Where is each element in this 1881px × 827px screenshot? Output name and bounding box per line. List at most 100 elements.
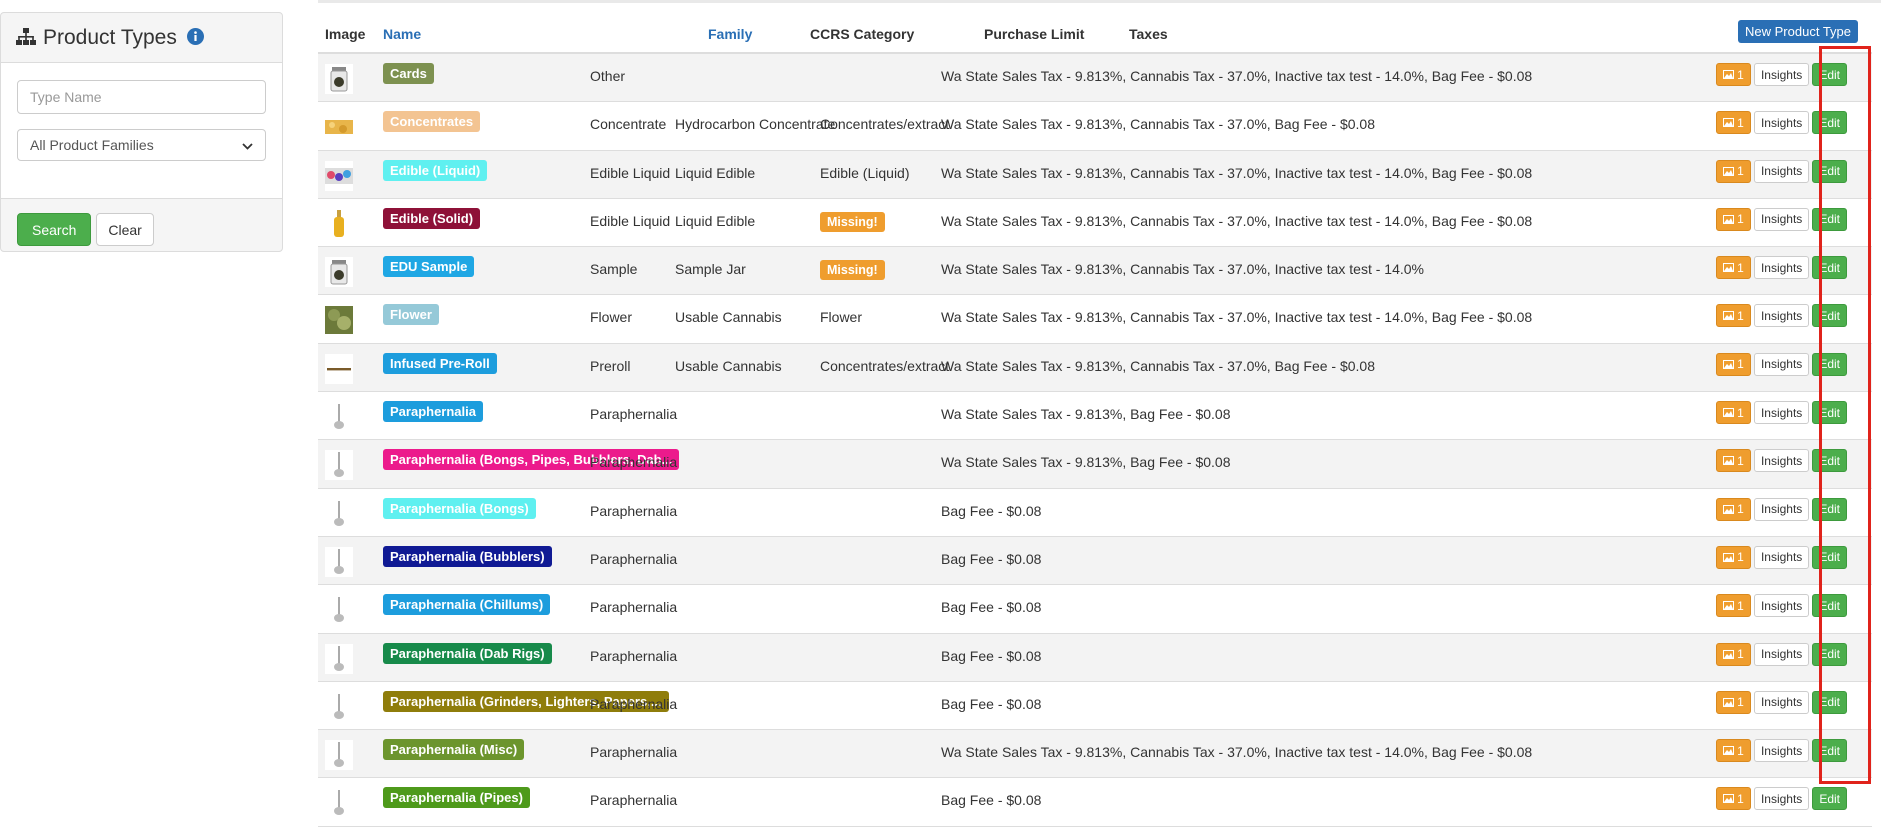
images-button[interactable]: 1	[1715, 642, 1751, 666]
images-button[interactable]: 1	[1715, 497, 1751, 521]
images-button[interactable]: 1	[1715, 739, 1751, 763]
images-button[interactable]: 1	[1715, 256, 1751, 280]
edit-button[interactable]: Edit	[1812, 63, 1847, 86]
edit-button[interactable]: Edit	[1812, 207, 1847, 231]
product-type-name-badge[interactable]: Edible (Liquid)	[383, 159, 488, 181]
product-image	[325, 160, 353, 191]
images-button[interactable]: 1	[1715, 207, 1751, 231]
edit-button[interactable]: Edit	[1812, 449, 1847, 473]
insights-button[interactable]: Insights	[1753, 690, 1810, 714]
product-family-select[interactable]: All Product Families	[17, 129, 266, 161]
edit-button[interactable]: Edit	[1812, 352, 1847, 376]
images-button[interactable]: 1	[1715, 63, 1751, 86]
insights-button[interactable]: Insights	[1753, 63, 1810, 86]
insights-button[interactable]: Insights	[1753, 449, 1810, 473]
images-button[interactable]: 1	[1715, 690, 1751, 714]
taxes-cell: Bag Fee - $0.08	[941, 695, 1042, 712]
search-button[interactable]: Search	[17, 213, 92, 246]
image-icon	[1723, 601, 1735, 611]
product-image	[325, 788, 353, 819]
edit-button[interactable]: Edit	[1812, 111, 1847, 135]
table-row: Flower Flower Usable Cannabis Flower Wa Stat…	[318, 295, 1872, 344]
product-family-select-value: All Product Families	[30, 137, 154, 153]
product-image	[325, 208, 353, 239]
family-cell: Paraphernalia	[590, 406, 678, 423]
type-name-input[interactable]	[17, 80, 266, 114]
edit-button[interactable]: Edit	[1812, 642, 1847, 666]
ccrs-category-cell: Usable Cannabis	[675, 357, 782, 374]
edit-button[interactable]: Edit	[1812, 159, 1847, 183]
clear-button[interactable]: Clear	[96, 213, 154, 246]
insights-button[interactable]: Insights	[1753, 642, 1810, 666]
info-icon[interactable]	[186, 27, 204, 48]
table-row: Infused Pre-Roll Preroll Usable Cannabis Co…	[318, 343, 1872, 393]
insights-button[interactable]: Insights	[1753, 207, 1810, 231]
image-count: 1	[1737, 695, 1744, 710]
insights-button[interactable]: Insights	[1753, 739, 1810, 763]
edit-button[interactable]: Edit	[1812, 594, 1847, 618]
edit-button[interactable]: Edit	[1812, 497, 1847, 521]
insights-button[interactable]: Insights	[1753, 159, 1810, 183]
edit-button[interactable]: Edit	[1812, 545, 1847, 569]
insights-button[interactable]: Insights	[1753, 545, 1810, 569]
images-button[interactable]: 1	[1715, 787, 1751, 811]
product-type-name-badge[interactable]: Paraphernalia (Misc)	[383, 739, 525, 761]
taxes-cell: Bag Fee - $0.08	[941, 550, 1042, 567]
insights-button[interactable]: Insights	[1753, 594, 1810, 618]
ccrs-category-cell: Usable Cannabis	[675, 309, 782, 326]
missing-limit-badge: Missing!	[820, 211, 885, 232]
purchase-limit-text: Concentrates/extract	[820, 357, 950, 374]
header-family[interactable]: Family	[708, 26, 752, 42]
images-button[interactable]: 1	[1715, 449, 1751, 473]
insights-button[interactable]: Insights	[1753, 256, 1810, 280]
product-type-name-badge[interactable]: Infused Pre-Roll	[383, 352, 497, 374]
row-actions: 1 Insights Edit	[1715, 739, 1847, 763]
edit-button[interactable]: Edit	[1812, 256, 1847, 280]
product-type-name-badge[interactable]: Cards	[383, 63, 434, 84]
product-type-name-badge[interactable]: Paraphernalia (Pipes)	[383, 787, 530, 809]
family-cell: Paraphernalia	[590, 502, 678, 519]
insights-button[interactable]: Insights	[1753, 111, 1810, 135]
header-name[interactable]: Name	[383, 26, 421, 42]
product-type-name-badge[interactable]: Paraphernalia (Dab Rigs)	[383, 642, 552, 664]
images-button[interactable]: 1	[1715, 111, 1751, 135]
product-type-name-badge[interactable]: Paraphernalia (Chillums)	[383, 594, 551, 616]
insights-button[interactable]: Insights	[1753, 352, 1810, 376]
table-row: Paraphernalia (Bongs) Paraphernalia Bag Fe…	[318, 489, 1872, 537]
image-count: 1	[1737, 598, 1744, 613]
product-type-name-badge[interactable]: Flower	[383, 304, 439, 326]
family-cell: Paraphernalia	[590, 792, 678, 809]
product-type-name-badge[interactable]: Paraphernalia (Bubblers)	[383, 545, 552, 567]
insights-button[interactable]: Insights	[1753, 497, 1810, 521]
product-types-table: Image Name Family CCRS Category Purchase…	[318, 14, 1872, 827]
purchase-limit-cell: Flower	[820, 309, 862, 325]
insights-button[interactable]: Insights	[1753, 304, 1810, 328]
taxes-cell: Wa State Sales Tax - 9.813%, Bag Fee - $…	[941, 454, 1231, 471]
family-cell: Paraphernalia	[590, 647, 678, 664]
edit-button[interactable]: Edit	[1812, 304, 1847, 328]
row-actions: 1 Insights Edit	[1715, 594, 1847, 618]
image-icon	[1723, 311, 1735, 321]
product-type-name-badge[interactable]: Edible (Solid)	[383, 207, 481, 229]
images-button[interactable]: 1	[1715, 401, 1751, 425]
row-actions: 1 Insights Edit	[1715, 401, 1847, 425]
row-actions: 1 Insights Edit	[1715, 159, 1847, 183]
images-button[interactable]: 1	[1715, 159, 1751, 183]
images-button[interactable]: 1	[1715, 352, 1751, 376]
table-row: EDU Sample Sample Sample Jar Missing! Wa Sta…	[318, 247, 1872, 296]
edit-button[interactable]: Edit	[1812, 690, 1847, 714]
images-button[interactable]: 1	[1715, 545, 1751, 569]
product-type-name-badge[interactable]: Paraphernalia	[383, 401, 483, 423]
images-button[interactable]: 1	[1715, 304, 1751, 328]
edit-button[interactable]: Edit	[1812, 739, 1847, 763]
edit-button[interactable]: Edit	[1812, 787, 1847, 811]
images-button[interactable]: 1	[1715, 594, 1751, 618]
new-product-type-button[interactable]: New Product Type	[1738, 20, 1858, 43]
edit-button[interactable]: Edit	[1812, 401, 1847, 425]
product-type-name-badge[interactable]: EDU Sample	[383, 256, 475, 278]
table-header: Image Name Family CCRS Category Purchase…	[318, 14, 1872, 54]
product-type-name-badge[interactable]: Concentrates	[383, 111, 481, 133]
insights-button[interactable]: Insights	[1753, 787, 1810, 811]
insights-button[interactable]: Insights	[1753, 401, 1810, 425]
product-type-name-badge[interactable]: Paraphernalia (Bongs)	[383, 497, 536, 519]
